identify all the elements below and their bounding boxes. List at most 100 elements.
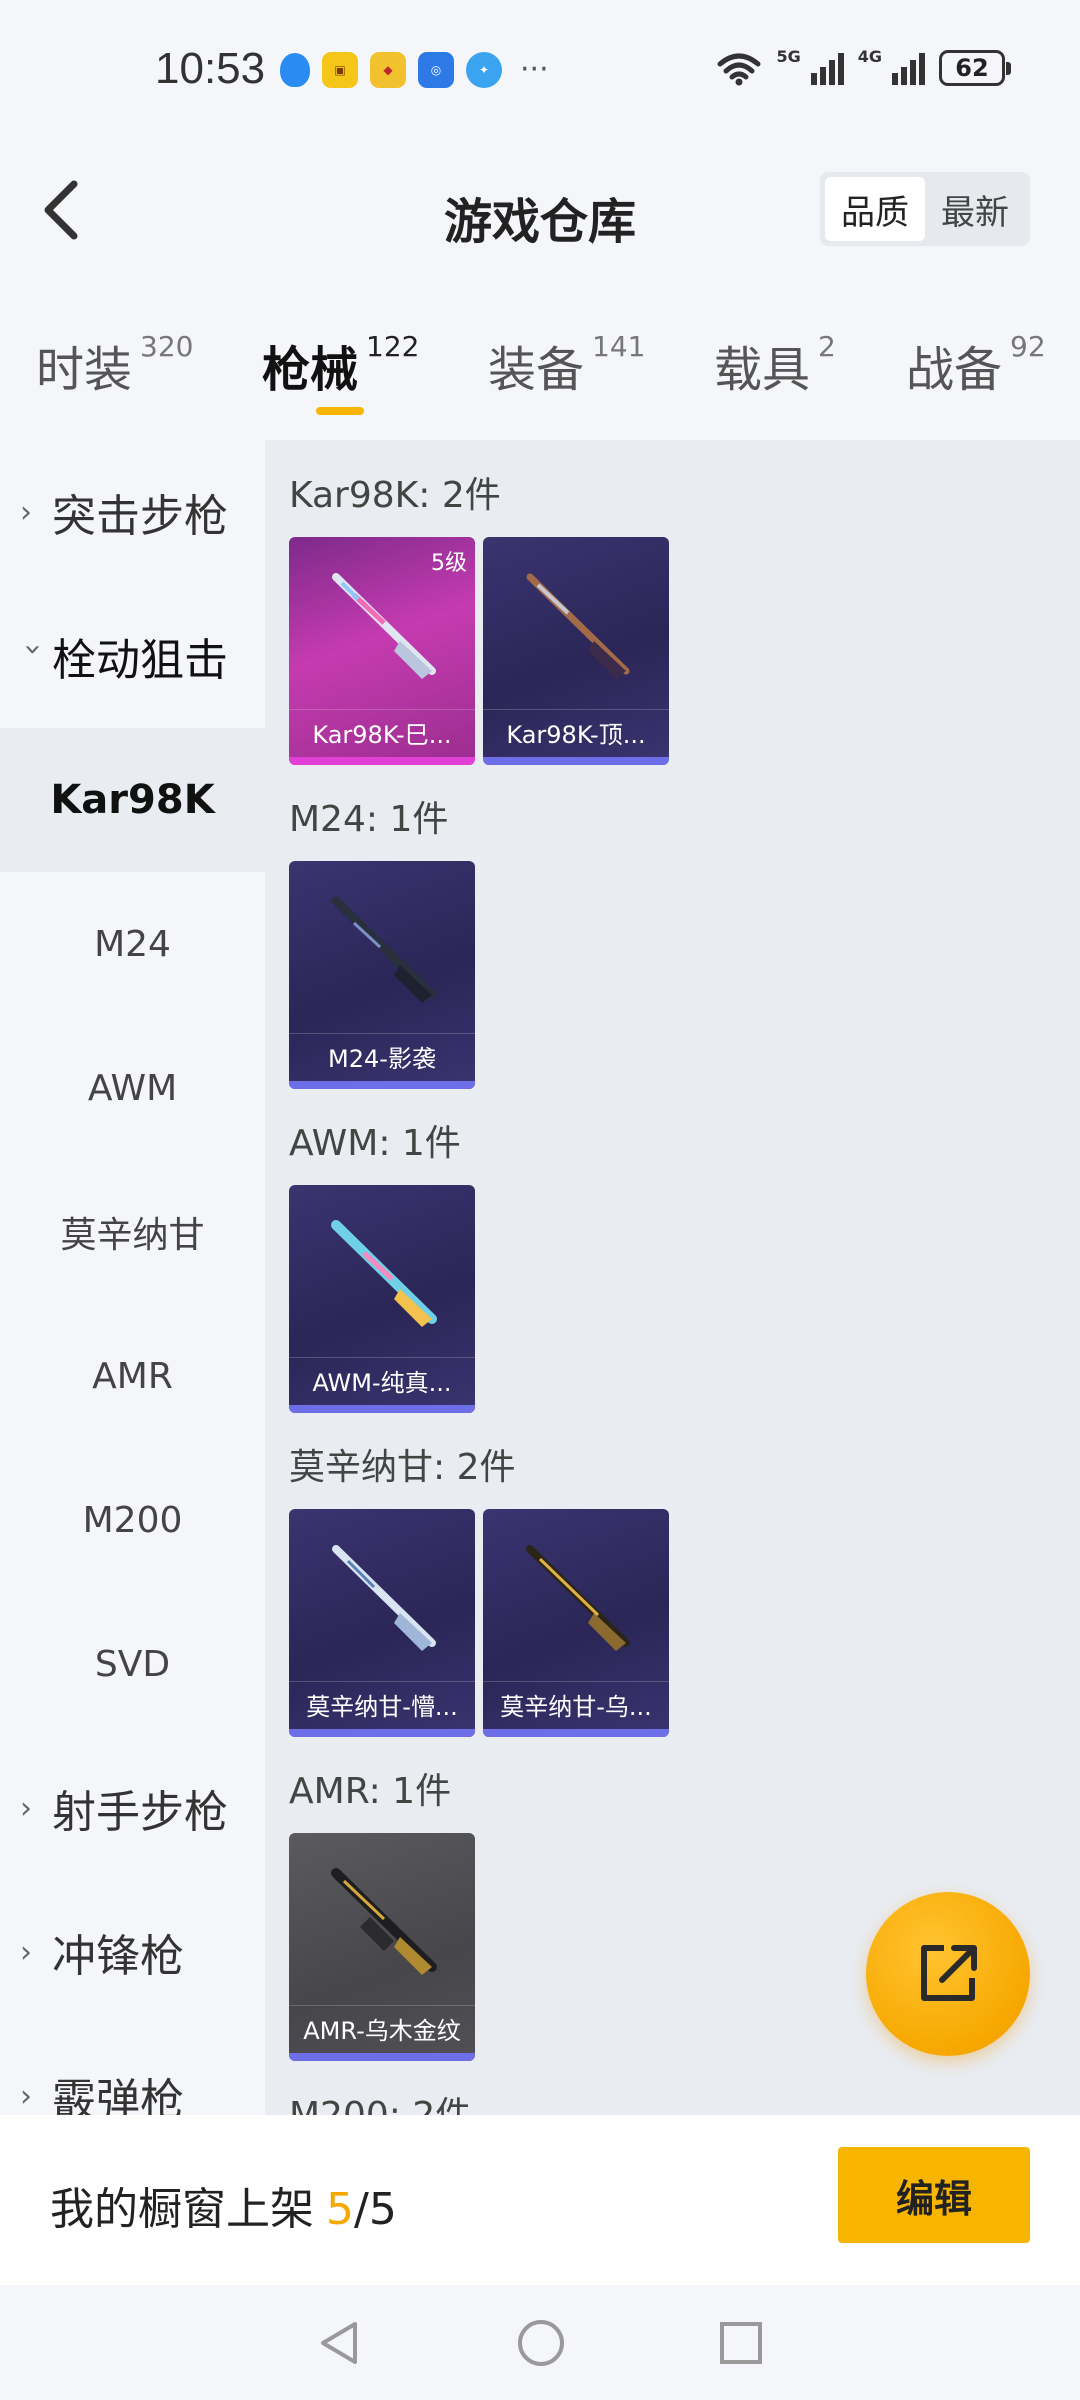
sidebar-group-marksman-rifle[interactable]: › 射手步枪 (0, 1736, 265, 1880)
game-app-icon: ▣ (322, 52, 358, 88)
sidebar-item-svd[interactable]: SVD (0, 1592, 265, 1736)
skin-name: Kar98K-巳... (289, 709, 475, 755)
skin-name: AMR-乌木金纹 (289, 2005, 475, 2051)
tab-count: 141 (592, 330, 646, 363)
nav-back-icon[interactable] (315, 2318, 365, 2368)
showcase-current-count: 5 (326, 2184, 354, 2235)
status-bar: 10:53 ▣ ◆ ◎ ✦ ··· 5G 4G 62 (0, 0, 1080, 130)
tab-costume[interactable]: 时装 320 (36, 330, 193, 400)
rarity-bar (483, 1729, 669, 1737)
rarity-bar (289, 757, 475, 765)
weapon-skin-list[interactable]: Kar98K: 2件 5级 Kar98K-巳... Kar98K-顶... M2… (265, 440, 1080, 2115)
tab-firearms[interactable]: 枪械 122 (262, 330, 419, 400)
tab-count: 92 (1010, 330, 1046, 363)
chevron-right-icon: › (20, 2078, 32, 2114)
active-tab-indicator (316, 407, 364, 415)
sidebar-group-label: 射手步枪 (52, 1787, 228, 1838)
rarity-bar (289, 2053, 475, 2061)
sidebar-group-assault-rifle[interactable]: › 突击步枪 (0, 440, 265, 584)
tab-count: 122 (366, 330, 420, 363)
sort-by-quality-button[interactable]: 品质 (825, 177, 925, 241)
sort-toggle: 品质 最新 (820, 172, 1030, 246)
rifle-skin-icon (526, 1545, 630, 1651)
sidebar-group-label: 栓动狙击 (52, 635, 228, 686)
sidebar-item-label: M200 (82, 1499, 183, 1541)
sort-by-newest-button[interactable]: 最新 (925, 177, 1025, 241)
sidebar-item-amr[interactable]: AMR (0, 1304, 265, 1448)
tab-equipment[interactable]: 装备 141 (488, 330, 645, 400)
sidebar-group-label: 突击步枪 (52, 491, 228, 542)
section-title-m200: M200: 2件 (289, 2086, 471, 2115)
skin-card[interactable]: AWM-纯真... (289, 1185, 475, 1413)
sidebar-item-label: 莫辛纳甘 (60, 1215, 205, 1256)
browser-app-icon: ✦ (466, 52, 502, 88)
skin-name: 莫辛纳甘-乌... (483, 1681, 669, 1727)
sidebar-group-smg[interactable]: › 冲锋枪 (0, 1880, 265, 2024)
tab-label: 时装 (36, 342, 133, 398)
nav-recents-icon[interactable] (717, 2319, 765, 2367)
sidebar-item-awm[interactable]: AWM (0, 1016, 265, 1160)
sidebar-group-shotgun[interactable]: › 霰弹枪 (0, 2024, 265, 2115)
skin-card[interactable]: 莫辛纳甘-乌... (483, 1509, 669, 1737)
skin-card[interactable]: 莫辛纳甘-懵... (289, 1509, 475, 1737)
skin-name: M24-影袭 (289, 1033, 475, 1079)
status-system-icons: 5G 4G 62 (716, 46, 1011, 86)
chevron-down-icon: › (15, 643, 51, 655)
sidebar-group-label: 冲锋枪 (52, 1931, 184, 1982)
network-type-label-2: 4G (857, 46, 882, 66)
assistant-app-icon: ◎ (418, 52, 454, 88)
skin-name: 莫辛纳甘-懵... (289, 1681, 475, 1727)
section-title-amr: AMR: 1件 (289, 1771, 452, 1812)
section-title-mosin-nagant: 莫辛纳甘: 2件 (289, 1447, 516, 1488)
sidebar-item-mosin-nagant[interactable]: 莫辛纳甘 (0, 1160, 265, 1304)
tab-label: 枪械 (262, 342, 359, 398)
system-navigation-bar (0, 2285, 1080, 2400)
section-title-awm: AWM: 1件 (289, 1123, 461, 1164)
status-time: 10:53 (155, 44, 266, 93)
edit-button[interactable]: 编辑 (838, 2147, 1030, 2243)
sidebar-item-m200[interactable]: M200 (0, 1448, 265, 1592)
skin-card[interactable]: 5级 Kar98K-巳... (289, 537, 475, 765)
skin-card[interactable]: M24-影袭 (289, 861, 475, 1089)
tab-count: 2 (818, 330, 836, 363)
sidebar-item-kar98k[interactable]: Kar98K (0, 728, 265, 872)
skin-name: AWM-纯真... (289, 1357, 475, 1403)
chevron-right-icon: › (20, 1934, 32, 1970)
sidebar-group-bolt-action-sniper[interactable]: › 栓动狙击 (0, 584, 265, 728)
section-title-kar98k: Kar98K: 2件 (289, 475, 501, 516)
shield-icon (280, 53, 310, 87)
sidebar-item-m24[interactable]: M24 (0, 872, 265, 1016)
sidebar-item-label: Kar98K (50, 777, 215, 823)
showcase-panel: 我的橱窗上架 5 / 5 编辑 (0, 2115, 1080, 2285)
sidebar-item-label: M24 (94, 923, 171, 965)
app-icon: ◆ (370, 52, 406, 88)
section-title-m24: M24: 1件 (289, 799, 449, 840)
skin-name: Kar98K-顶... (483, 709, 669, 755)
sidebar-item-label: AMR (92, 1355, 173, 1397)
header: 游戏仓库 品质 最新 (0, 130, 1080, 290)
rifle-skin-icon (331, 1220, 437, 1327)
battery-icon: 62 (939, 50, 1011, 86)
tab-label: 战备 (906, 342, 1003, 398)
skin-card[interactable]: AMR-乌木金纹 (289, 1833, 475, 2061)
battery-level: 62 (955, 54, 989, 82)
rifle-skin-icon (331, 1868, 437, 1975)
status-notification-icons: ▣ ◆ ◎ ✦ ··· (280, 52, 549, 88)
sidebar-item-label: AWM (87, 1067, 178, 1109)
rifle-skin-icon (526, 573, 630, 679)
showcase-label: 我的橱窗上架 (50, 2184, 314, 2235)
chevron-right-icon: › (20, 494, 32, 530)
tab-label: 装备 (488, 342, 585, 398)
signal-bars-icon (810, 51, 844, 85)
more-notifications-icon: ··· (520, 52, 549, 87)
rarity-bar (289, 1081, 475, 1089)
tab-vehicles[interactable]: 载具 2 (714, 330, 836, 400)
showcase-status: 我的橱窗上架 5 / 5 (50, 2173, 397, 2237)
showcase-separator: / (354, 2184, 369, 2235)
share-button[interactable] (866, 1892, 1030, 2056)
tab-supplies[interactable]: 战备 92 (906, 330, 1046, 400)
rarity-bar (289, 1729, 475, 1737)
showcase-total-count: 5 (368, 2184, 397, 2235)
nav-home-icon[interactable] (515, 2317, 567, 2369)
skin-card[interactable]: Kar98K-顶... (483, 537, 669, 765)
